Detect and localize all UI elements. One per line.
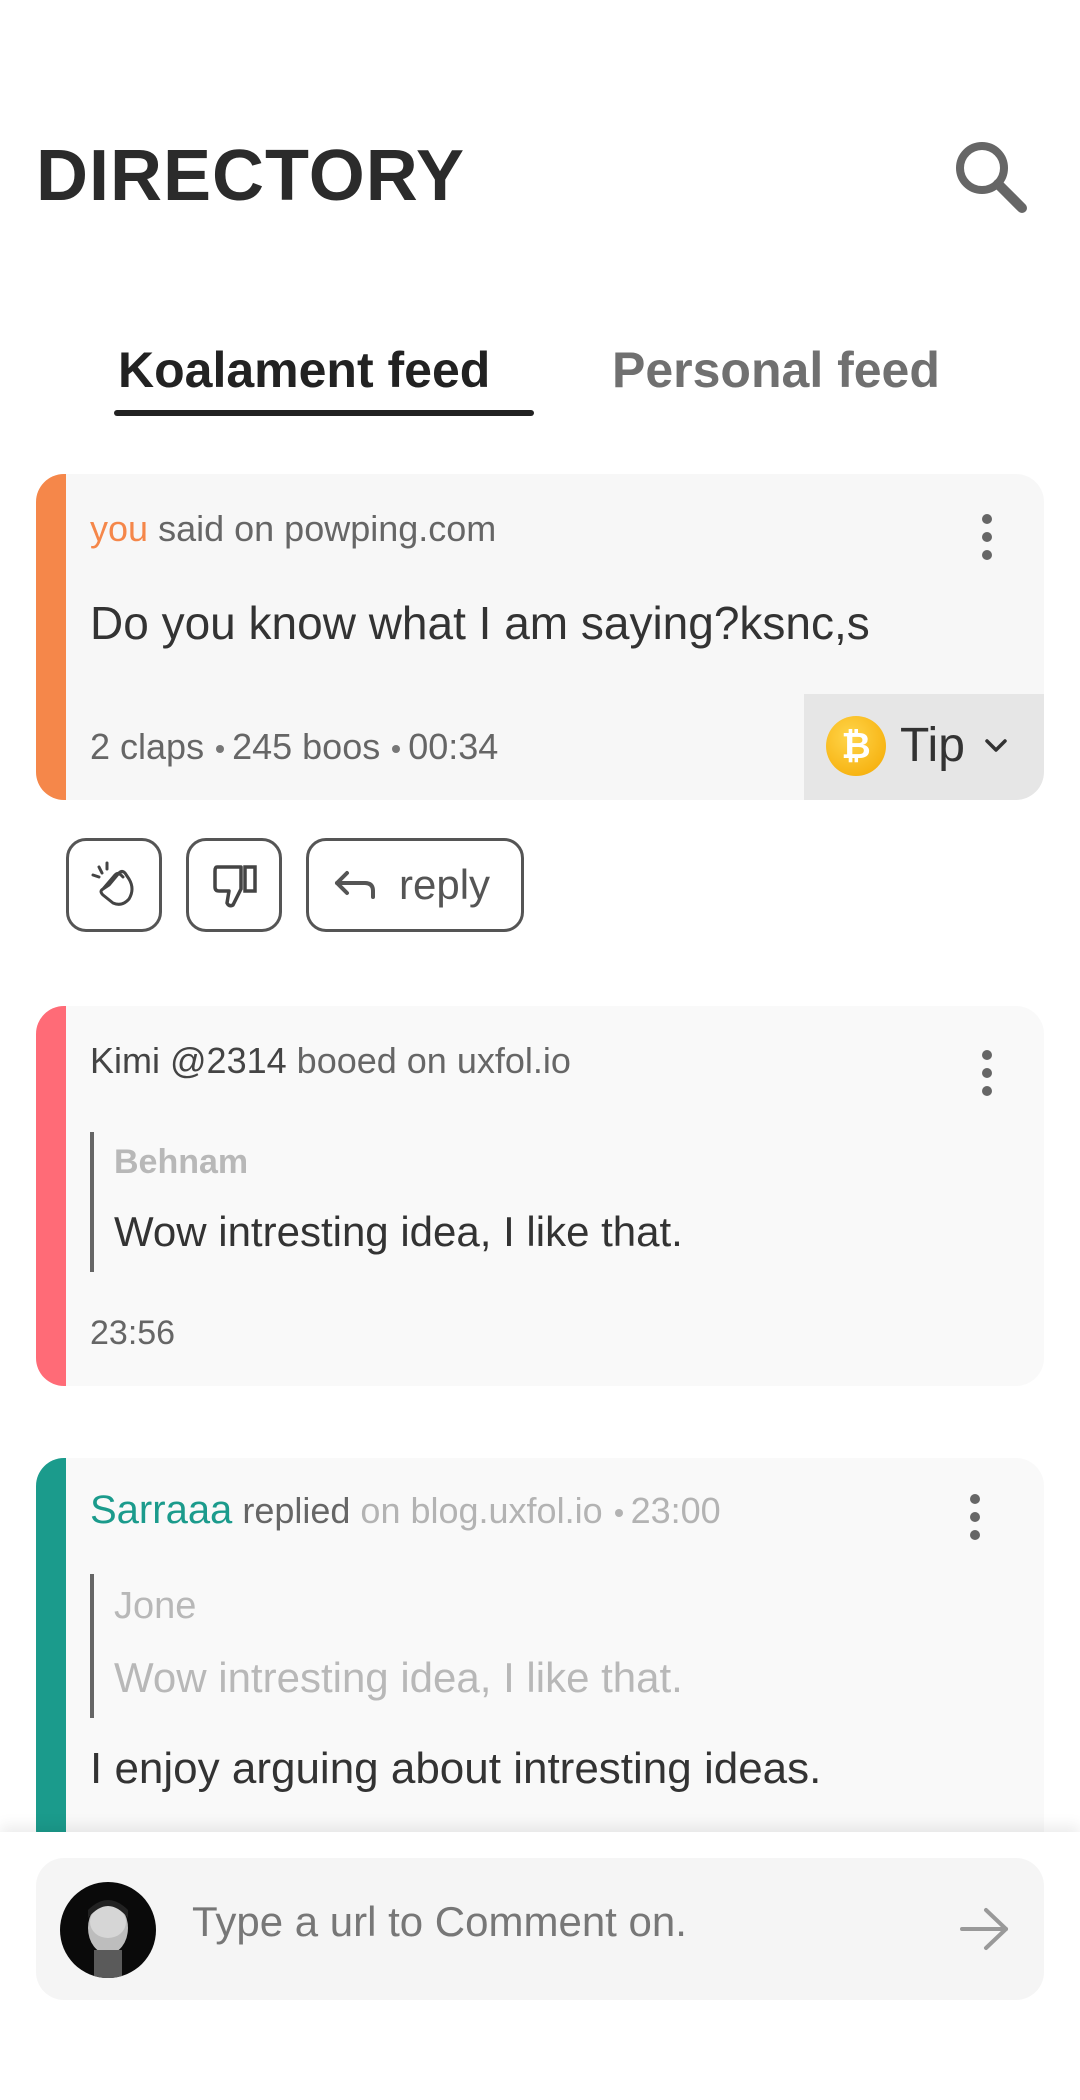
feed-post: Sarraaa replied on blog.uxfol.io 23:00 Jo… — [36, 1458, 1044, 1858]
kebab-menu-icon[interactable] — [966, 1044, 1006, 1104]
post-time: 00:34 — [408, 726, 499, 767]
thumbs-down-icon — [213, 865, 257, 908]
post-handle[interactable]: @2314 — [170, 1040, 287, 1081]
post-site[interactable]: powping.com — [284, 508, 496, 549]
comment-composer — [36, 1858, 1044, 2000]
post-verb: replied — [242, 1490, 351, 1531]
tab-koalament-feed[interactable]: Koalament feed — [118, 330, 490, 410]
post-time: 23:56 — [90, 1314, 176, 1352]
quote-author: Behnam — [114, 1143, 249, 1181]
reply-arrow-icon — [335, 871, 375, 899]
post-stats: 2 claps 245 boos 00:34 — [90, 726, 498, 768]
post-accent-bar — [36, 474, 66, 800]
tip-label: Tip — [900, 719, 965, 772]
post-site[interactable]: uxfol.io — [457, 1040, 571, 1081]
post-verb: said on — [158, 508, 275, 549]
url-comment-input[interactable] — [192, 1898, 892, 1946]
post-text: Do you know what I am saying?ksnc,s — [90, 597, 870, 649]
avatar[interactable] — [60, 1882, 156, 1978]
reply-label: reply — [399, 861, 491, 908]
boos-count: 245 boos — [232, 726, 381, 767]
chevron-down-icon — [985, 739, 1007, 752]
post-accent-bar — [36, 1458, 66, 1858]
tip-button[interactable]: ₿ Tip — [804, 694, 1044, 800]
claps-count: 2 claps — [90, 726, 205, 767]
post-accent-bar — [36, 1006, 66, 1386]
active-tab-indicator — [114, 410, 534, 416]
kebab-menu-icon[interactable] — [966, 508, 1006, 568]
post-meta: you said on powping.com — [90, 508, 496, 550]
quoted-comment: Behnam Wow intresting idea, I like that. — [90, 1132, 683, 1272]
post-author[interactable]: Sarraaa — [90, 1488, 232, 1532]
tab-personal-feed[interactable]: Personal feed — [612, 330, 940, 410]
post-verb: booed on — [296, 1040, 447, 1081]
header: DIRECTORY — [36, 128, 1044, 224]
send-arrow-icon[interactable] — [958, 1904, 1012, 1954]
quote-author: Jone — [114, 1585, 197, 1627]
post-meta: Kimi @2314 booed on uxfol.io — [90, 1040, 571, 1082]
post-author[interactable]: Kimi — [90, 1040, 160, 1081]
feed-post: Kimi @2314 booed on uxfol.io Behnam Wow … — [36, 1006, 1044, 1386]
post-author[interactable]: you — [90, 508, 148, 549]
quote-text: Wow intresting idea, I like that. — [114, 1208, 683, 1255]
user-photo — [88, 1900, 128, 1978]
bitcoin-icon: ₿ — [826, 716, 886, 776]
post-meta: Sarraaa replied on blog.uxfol.io 23:00 — [90, 1488, 721, 1533]
kebab-menu-icon[interactable] — [954, 1488, 994, 1548]
post-text: I enjoy arguing about intresting ideas. — [90, 1744, 822, 1793]
post-site[interactable]: on blog.uxfol.io — [360, 1490, 602, 1531]
clap-button[interactable] — [66, 838, 162, 932]
reply-button[interactable]: reply — [306, 838, 524, 932]
search-icon[interactable] — [952, 138, 1028, 214]
clap-icon — [91, 861, 134, 906]
feed-tabs: Koalament feed Personal feed — [0, 330, 1080, 420]
quoted-comment: Jone Wow intresting idea, I like that. — [90, 1574, 683, 1718]
post-time: 23:00 — [630, 1490, 721, 1531]
feed-post: you said on powping.com Do you know what… — [36, 474, 1044, 800]
page-title: DIRECTORY — [36, 136, 466, 216]
quote-text: Wow intresting idea, I like that. — [114, 1654, 683, 1701]
boo-button[interactable] — [186, 838, 282, 932]
